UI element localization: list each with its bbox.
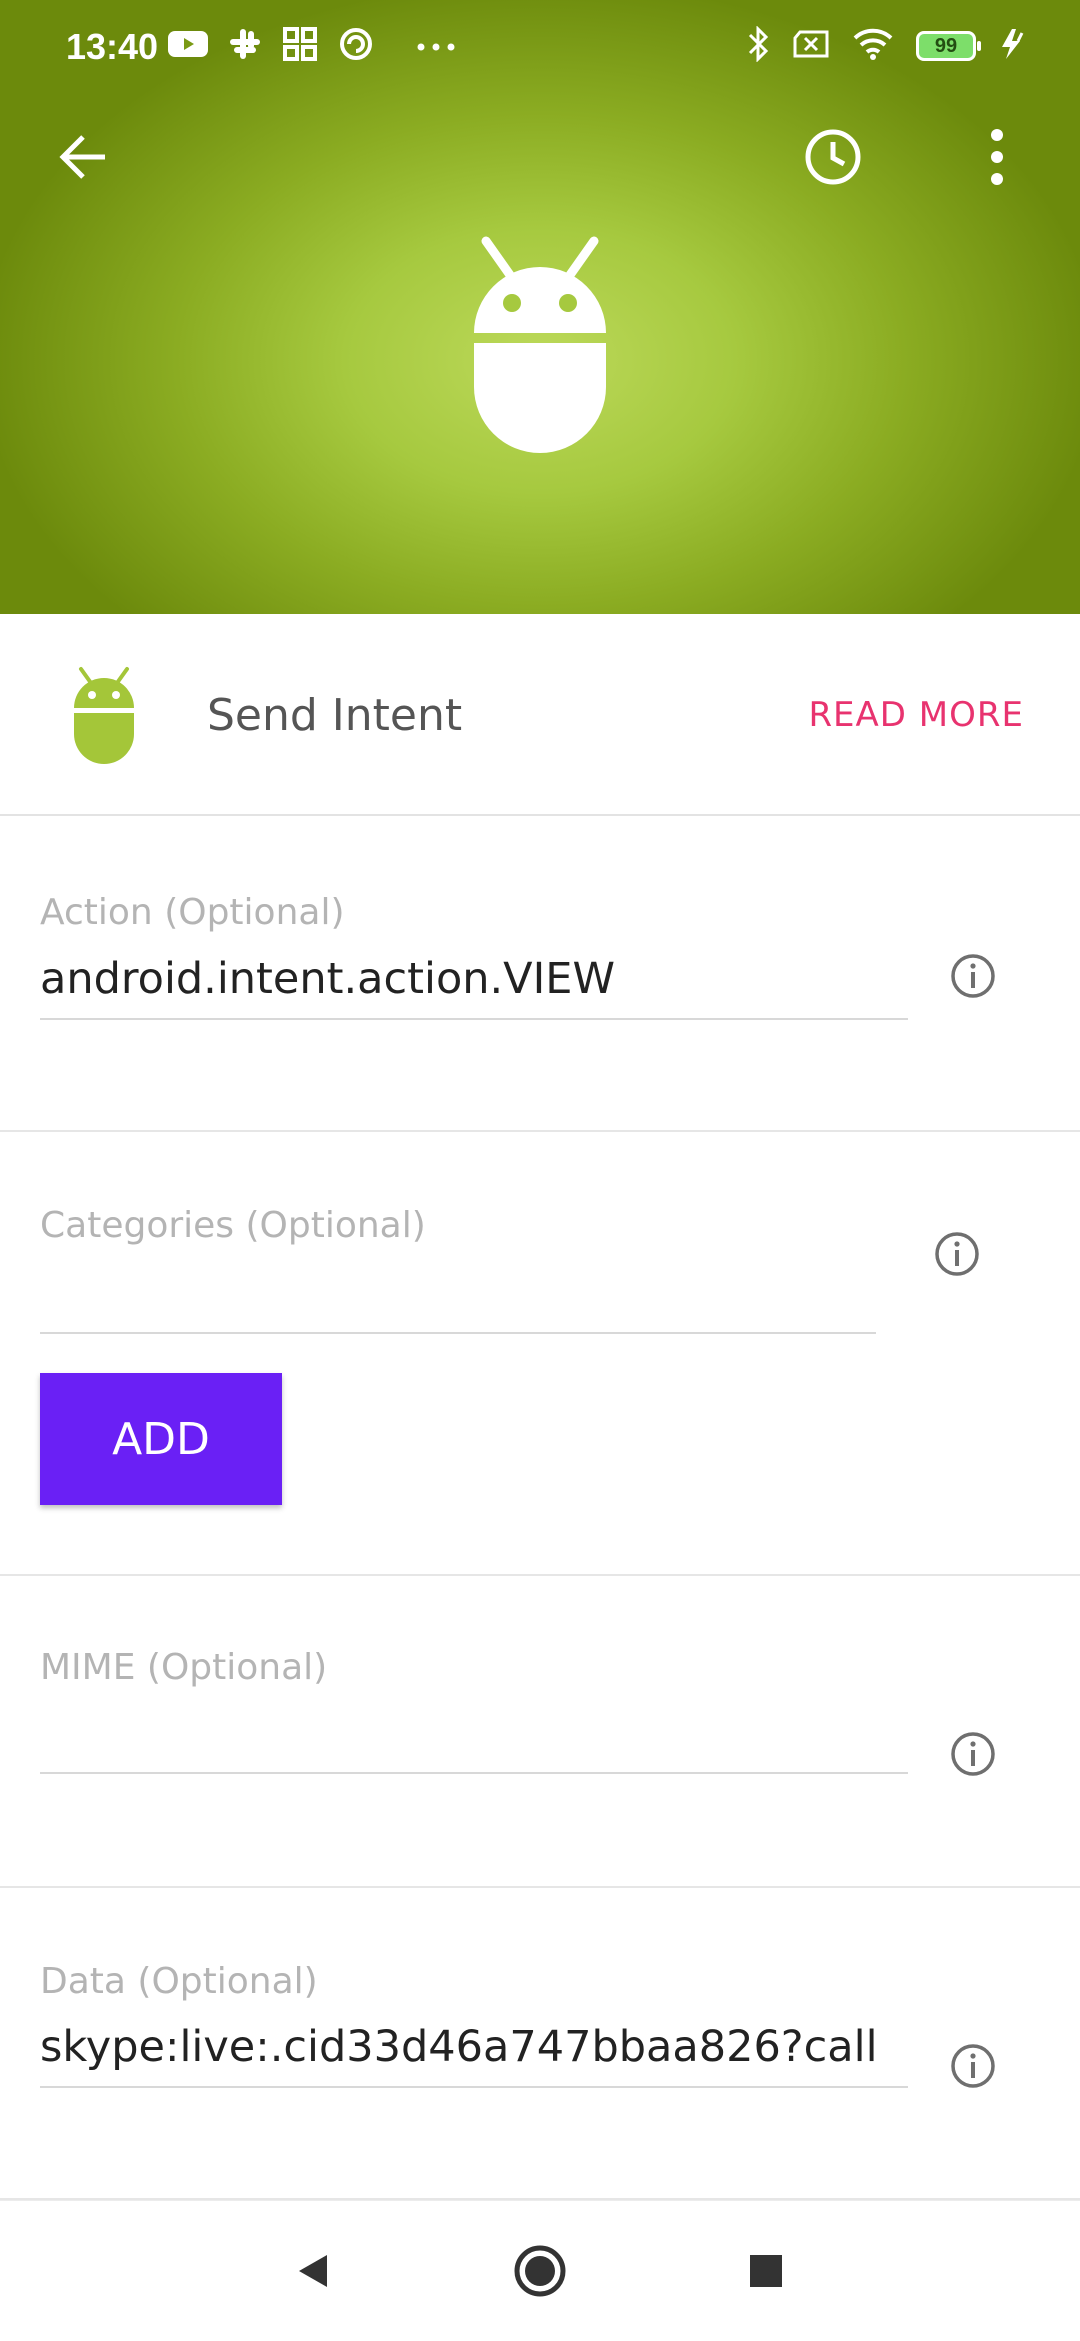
- youtube-icon: [168, 29, 208, 63]
- info-icon[interactable]: [949, 1730, 997, 1778]
- grid-apps-icon: [282, 26, 318, 66]
- action-field-section: Action (Optional) android.intent.action.…: [0, 816, 1080, 1132]
- mime-field-section: MIME (Optional): [0, 1576, 1080, 1888]
- categories-field-section: Categories (Optional): [0, 1132, 1080, 1576]
- action-title-row: Send Intent READ MORE: [0, 614, 1080, 816]
- back-button[interactable]: [38, 112, 128, 202]
- android-robot-icon: [474, 236, 606, 453]
- more-options-button[interactable]: [952, 112, 1042, 202]
- wifi-icon: [852, 27, 894, 65]
- more-dots-icon: [416, 37, 456, 56]
- nav-home-icon: [514, 2245, 566, 2297]
- add-category-button[interactable]: ADD: [40, 1373, 282, 1505]
- action-field-label: Action (Optional): [40, 892, 345, 933]
- mime-input[interactable]: [40, 1708, 908, 1774]
- action-input[interactable]: android.intent.action.VIEW: [40, 954, 908, 1020]
- categories-field-label: Categories (Optional): [40, 1205, 426, 1246]
- data-field-label: Data (Optional): [40, 1961, 318, 2002]
- data-field-section: Data (Optional) skype:live:.cid33d46a747…: [0, 1888, 1080, 2200]
- status-bar: 13:40 99: [0, 0, 1080, 96]
- nav-home-button[interactable]: [500, 2231, 580, 2311]
- more-vert-icon: [991, 129, 1003, 185]
- clock-icon: [805, 129, 861, 185]
- history-button[interactable]: [788, 112, 878, 202]
- bluetooth-icon: [746, 25, 770, 66]
- sync-icon: [338, 26, 374, 66]
- header-banner: 13:40 99: [0, 0, 1080, 614]
- info-icon[interactable]: [949, 2042, 997, 2090]
- status-time: 13:40: [66, 26, 159, 67]
- categories-input[interactable]: [40, 1268, 876, 1334]
- action-title: Send Intent: [207, 690, 463, 741]
- nav-recents-button[interactable]: [726, 2231, 806, 2311]
- nav-back-button[interactable]: [273, 2231, 353, 2311]
- mime-field-label: MIME (Optional): [40, 1647, 328, 1688]
- slack-icon: [228, 27, 262, 65]
- info-icon[interactable]: [933, 1230, 981, 1278]
- nav-recents-icon: [750, 2255, 782, 2287]
- system-nav-bar: [0, 2200, 1080, 2341]
- info-icon[interactable]: [949, 952, 997, 1000]
- battery-icon: 99: [916, 31, 981, 61]
- no-sim-icon: [792, 29, 830, 63]
- nav-back-icon: [299, 2255, 327, 2287]
- arrow-back-icon: [59, 135, 105, 179]
- data-input[interactable]: skype:live:.cid33d46a747bbaa826?call: [40, 2022, 908, 2088]
- status-system-icons: 99: [746, 25, 1028, 66]
- read-more-link[interactable]: READ MORE: [808, 690, 1024, 740]
- charging-icon: [998, 27, 1028, 65]
- battery-level: 99: [934, 35, 958, 57]
- android-robot-icon: [74, 667, 134, 764]
- status-notification-icons: [168, 26, 456, 66]
